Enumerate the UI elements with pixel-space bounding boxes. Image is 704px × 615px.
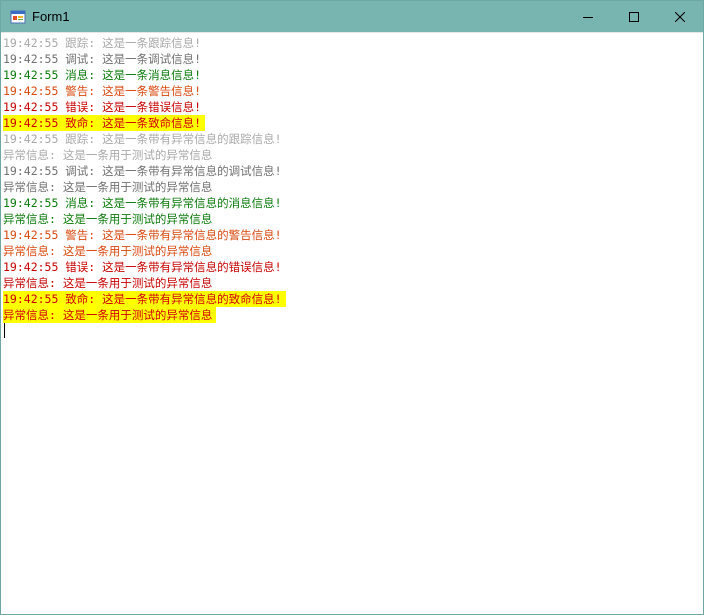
log-line-text: 19:42:55 调试: 这是一条调试信息! — [3, 52, 202, 66]
app-window: Form1 19:42:55 跟踪: 这是一条跟踪信息! 19:42:55 调试… — [0, 0, 704, 615]
log-line-text: 19:42:55 跟踪: 这是一条跟踪信息! — [3, 36, 202, 50]
maximize-icon — [629, 11, 639, 22]
log-line-text: 19:42:55 调试: 这是一条带有异常信息的调试信息! — [3, 164, 282, 178]
winforms-app-icon[interactable] — [10, 9, 26, 25]
title-bar[interactable]: Form1 — [1, 1, 703, 32]
close-icon — [675, 11, 685, 22]
log-textbox[interactable]: 19:42:55 跟踪: 这是一条跟踪信息! 19:42:55 调试: 这是一条… — [3, 35, 701, 612]
log-line-text: 19:42:55 警告: 这是一条带有异常信息的警告信息! — [3, 228, 282, 242]
caption-buttons — [565, 1, 703, 32]
log-line: 异常信息: 这是一条用于测试的异常信息 — [3, 243, 701, 259]
log-line-text: 异常信息: 这是一条用于测试的异常信息 — [3, 244, 213, 258]
log-line: 异常信息: 这是一条用于测试的异常信息 — [3, 307, 701, 323]
log-line-text: 19:42:55 警告: 这是一条警告信息! — [3, 84, 202, 98]
log-line: 19:42:55 警告: 这是一条警告信息! — [3, 83, 701, 99]
log-line-text: 19:42:55 跟踪: 这是一条带有异常信息的跟踪信息! — [3, 132, 282, 146]
minimize-button[interactable] — [565, 1, 611, 32]
log-line-text: 19:42:55 错误: 这是一条错误信息! — [3, 100, 202, 114]
log-line-text: 19:42:55 错误: 这是一条带有异常信息的错误信息! — [3, 260, 282, 274]
log-line: 19:42:55 调试: 这是一条带有异常信息的调试信息! — [3, 163, 701, 179]
log-line: 异常信息: 这是一条用于测试的异常信息 — [3, 147, 701, 163]
log-line-text: 19:42:55 消息: 这是一条带有异常信息的消息信息! — [3, 196, 282, 210]
log-line-text: 异常信息: 这是一条用于测试的异常信息 — [3, 148, 213, 162]
text-caret — [4, 323, 5, 338]
log-line: 19:42:55 错误: 这是一条错误信息! — [3, 99, 701, 115]
maximize-button[interactable] — [611, 1, 657, 32]
log-line: 19:42:55 致命: 这是一条致命信息! — [3, 115, 701, 131]
log-line: 19:42:55 跟踪: 这是一条带有异常信息的跟踪信息! — [3, 131, 701, 147]
log-line-text: 19:42:55 消息: 这是一条消息信息! — [3, 68, 202, 82]
log-line-text: 19:42:55 致命: 这是一条带有异常信息的致命信息! — [3, 291, 286, 307]
log-line-text: 异常信息: 这是一条用于测试的异常信息 — [3, 276, 213, 290]
log-line: 19:42:55 跟踪: 这是一条跟踪信息! — [3, 35, 701, 51]
minimize-icon — [583, 12, 593, 22]
client-area: 19:42:55 跟踪: 这是一条跟踪信息! 19:42:55 调试: 这是一条… — [1, 32, 703, 614]
window-title: Form1 — [32, 9, 70, 24]
log-line-text: 异常信息: 这是一条用于测试的异常信息 — [3, 180, 213, 194]
log-line: 19:42:55 消息: 这是一条消息信息! — [3, 67, 701, 83]
log-line-text: 异常信息: 这是一条用于测试的异常信息 — [3, 307, 217, 323]
log-line: 19:42:55 警告: 这是一条带有异常信息的警告信息! — [3, 227, 701, 243]
log-line: 19:42:55 错误: 这是一条带有异常信息的错误信息! — [3, 259, 701, 275]
log-line: 19:42:55 消息: 这是一条带有异常信息的消息信息! — [3, 195, 701, 211]
log-line: 19:42:55 致命: 这是一条带有异常信息的致命信息! — [3, 291, 701, 307]
close-button[interactable] — [657, 1, 703, 32]
log-line: 19:42:55 调试: 这是一条调试信息! — [3, 51, 701, 67]
log-line: 异常信息: 这是一条用于测试的异常信息 — [3, 179, 701, 195]
log-line-text: 19:42:55 致命: 这是一条致命信息! — [3, 115, 206, 131]
log-line-text: 异常信息: 这是一条用于测试的异常信息 — [3, 212, 213, 226]
log-line: 异常信息: 这是一条用于测试的异常信息 — [3, 211, 701, 227]
log-line: 异常信息: 这是一条用于测试的异常信息 — [3, 275, 701, 291]
